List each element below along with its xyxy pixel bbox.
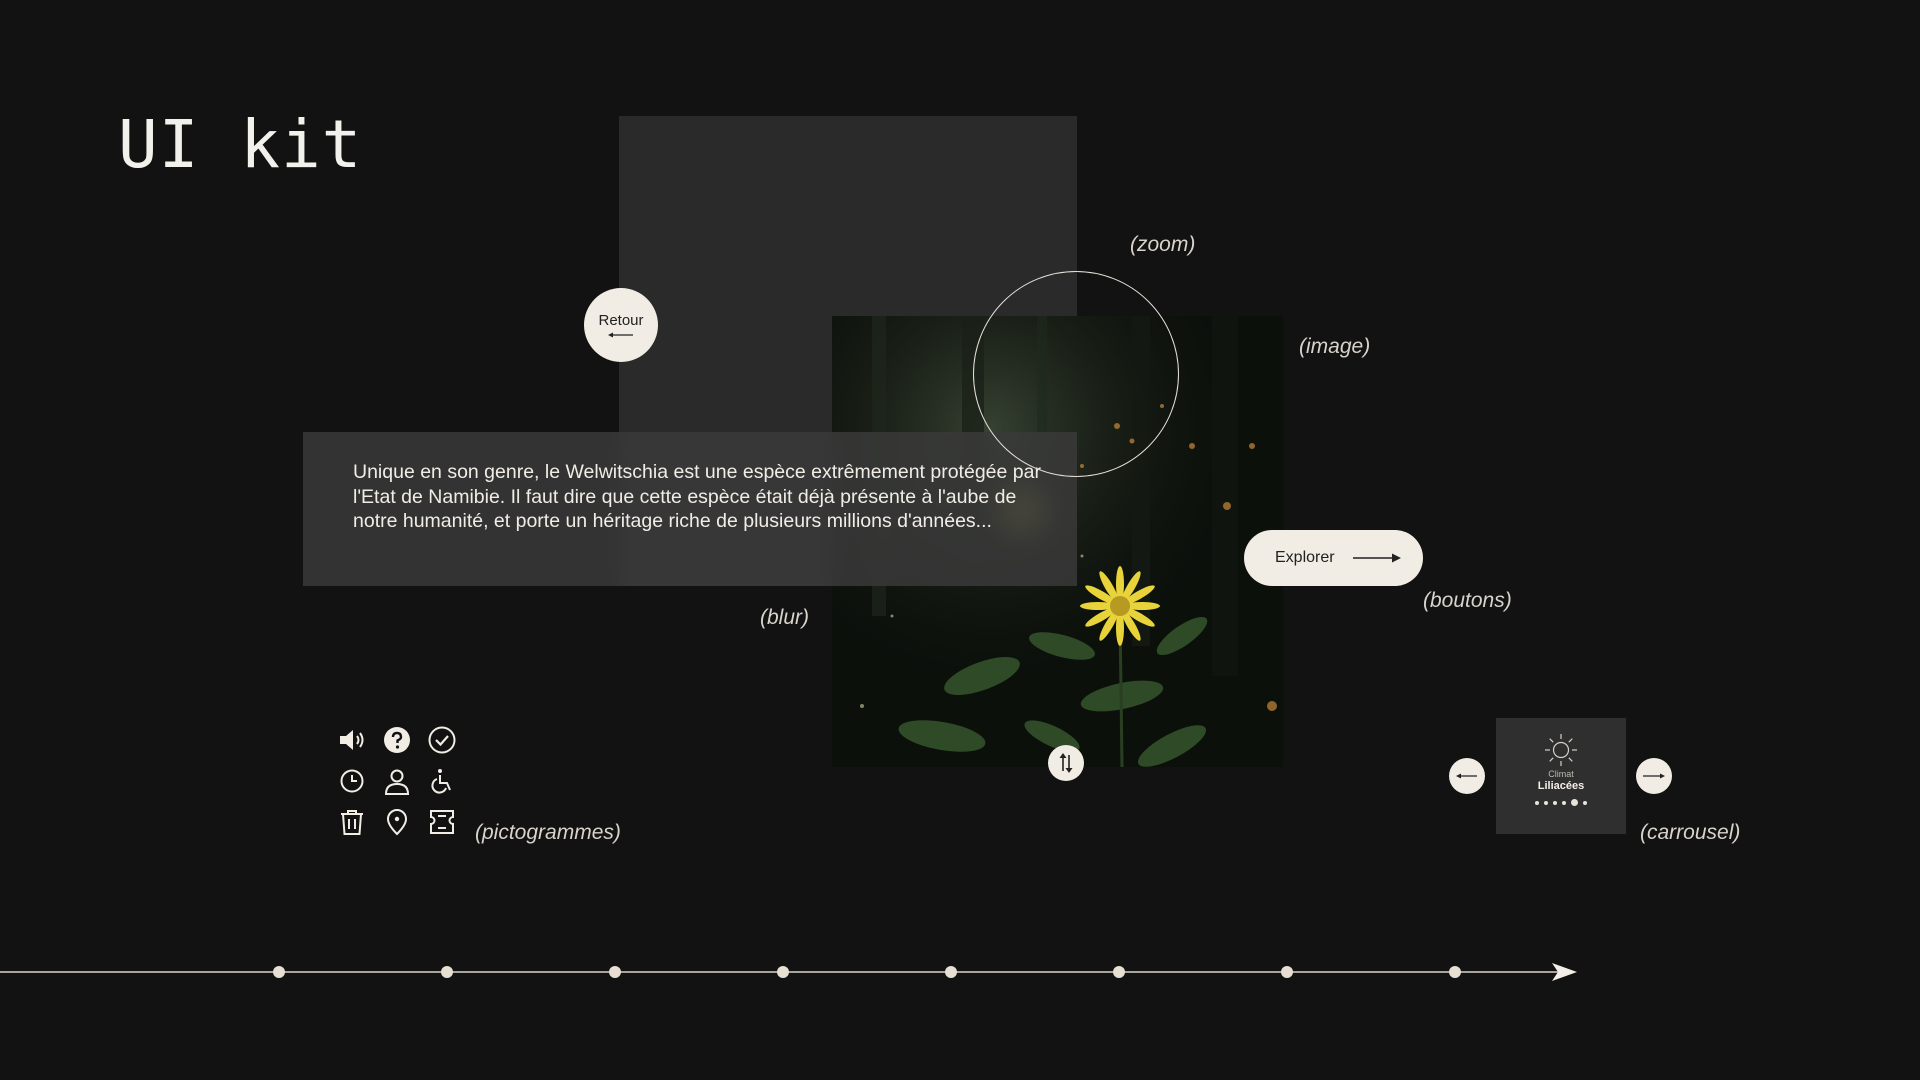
timeline-point[interactable] <box>609 966 621 978</box>
carousel-dot[interactable] <box>1583 800 1587 805</box>
timeline-point[interactable] <box>1113 966 1125 978</box>
speaker-icon[interactable] <box>337 725 367 755</box>
carousel-card-value: Liliacées <box>1537 780 1585 792</box>
blur-caption: (blur) <box>760 606 810 629</box>
arrow-right-icon <box>1643 773 1665 779</box>
timeline <box>0 963 1577 981</box>
swap-vertical-button[interactable] <box>1048 745 1084 781</box>
swap-vertical-icon <box>1059 753 1073 773</box>
explorer-button-label: Explorer <box>1275 549 1335 566</box>
ticket-icon[interactable] <box>427 807 457 837</box>
page-title: UI kit <box>118 106 363 183</box>
help-icon[interactable] <box>382 725 412 755</box>
carousel-dot[interactable] <box>1535 800 1539 805</box>
image-caption: (image) <box>1299 335 1371 358</box>
retour-button[interactable]: Retour <box>584 288 658 362</box>
user-icon[interactable] <box>382 766 412 796</box>
carousel-dot[interactable] <box>1562 800 1566 805</box>
arrow-left-icon <box>608 332 633 337</box>
timeline-point[interactable] <box>273 966 285 978</box>
arrow-left-icon <box>1456 773 1477 779</box>
timeline-point[interactable] <box>945 966 957 978</box>
carousel-dot[interactable] <box>1544 800 1548 805</box>
wheelchair-icon[interactable] <box>427 766 457 796</box>
timeline-point[interactable] <box>1281 966 1293 978</box>
carrousel-caption: (carrousel) <box>1640 821 1741 844</box>
carousel-dot[interactable] <box>1553 800 1557 805</box>
timeline-point[interactable] <box>441 966 453 978</box>
blur-panel-text: Unique en son genre, le Welwitschia est … <box>353 461 1041 532</box>
carousel-card[interactable]: Climat Liliacées <box>1496 718 1626 834</box>
carousel-pagination <box>1535 799 1587 806</box>
retour-button-label: Retour <box>598 311 644 329</box>
carousel-prev-button[interactable] <box>1449 758 1485 794</box>
explorer-button[interactable]: Explorer <box>1244 530 1423 586</box>
timeline-point[interactable] <box>1449 966 1461 978</box>
carousel-card-label: Climat <box>1548 769 1574 779</box>
location-pin-icon[interactable] <box>382 807 412 837</box>
carousel-next-button[interactable] <box>1636 758 1672 794</box>
carousel-dot[interactable] <box>1571 799 1578 806</box>
zoom-lens[interactable] <box>973 271 1179 477</box>
arrow-right-icon <box>1353 553 1401 563</box>
zoom-caption: (zoom) <box>1130 233 1196 256</box>
pictogrammes-caption: (pictogrammes) <box>475 821 621 844</box>
clock-icon[interactable] <box>337 766 367 796</box>
trash-icon[interactable] <box>337 807 367 837</box>
check-circle-icon[interactable] <box>427 725 457 755</box>
timeline-point[interactable] <box>777 966 789 978</box>
sun-icon <box>1545 734 1577 766</box>
boutons-caption: (boutons) <box>1423 589 1512 612</box>
